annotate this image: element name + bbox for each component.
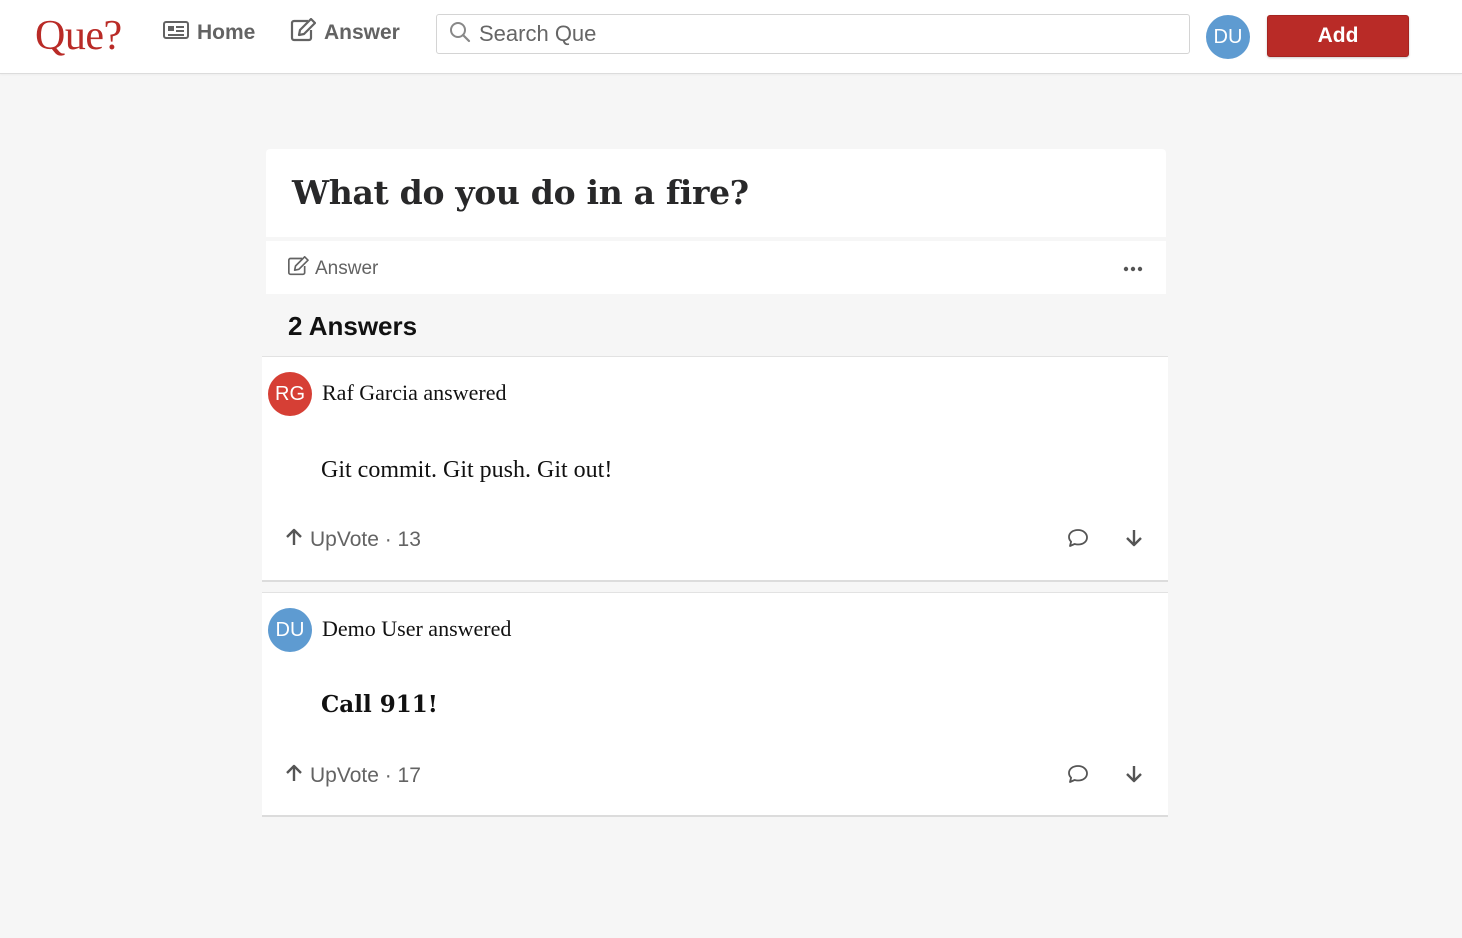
upvote-label: UpVote · 13 — [310, 528, 421, 551]
answer-author-avatar[interactable]: RG — [268, 372, 312, 416]
answer-question-button[interactable]: Answer — [287, 255, 379, 282]
nav-home[interactable]: Home — [163, 18, 255, 48]
edit-icon — [290, 17, 324, 48]
upvote-button[interactable]: UpVote · 13 — [284, 527, 421, 553]
edit-icon — [287, 255, 315, 282]
search-input[interactable] — [477, 20, 1141, 48]
answer-card: DU Demo User answered Call 911! UpVote ·… — [262, 592, 1168, 817]
answer-card: RG Raf Garcia answered Git commit. Git p… — [262, 356, 1168, 582]
answers-count-heading: 2 Answers — [288, 311, 418, 341]
nav-home-label: Home — [197, 21, 256, 44]
question-card: What do you do in a fire? — [266, 149, 1166, 237]
answer-author[interactable]: Demo User answered — [322, 616, 511, 642]
nav-answer[interactable]: Answer — [290, 17, 400, 48]
ellipsis-icon[interactable] — [1123, 259, 1143, 277]
user-avatar[interactable]: DU — [1206, 15, 1250, 59]
answer-author-avatar[interactable]: DU — [268, 608, 312, 652]
upvote-button[interactable]: UpVote · 17 — [284, 763, 421, 789]
question-title: What do you do in a fire? — [292, 173, 749, 212]
answer-body: Git commit. Git push. Git out! — [321, 457, 613, 483]
answer-question-label: Answer — [315, 258, 379, 279]
nav-answer-label: Answer — [324, 21, 400, 44]
upvote-label: UpVote · 17 — [310, 764, 421, 787]
arrow-up-icon — [284, 527, 310, 553]
question-actions: Answer — [266, 241, 1166, 294]
add-question-button[interactable]: Add — [1267, 15, 1409, 57]
answer-body: Call 911! — [321, 691, 438, 718]
answer-author[interactable]: Raf Garcia answered — [322, 380, 506, 406]
arrow-up-icon — [284, 763, 310, 789]
comment-icon[interactable] — [1067, 528, 1089, 553]
top-nav-bar: Que? Home Answer Search Que DU Add — [0, 0, 1462, 74]
arrow-down-icon[interactable] — [1124, 764, 1144, 789]
newspaper-icon — [163, 20, 197, 46]
arrow-down-icon[interactable] — [1124, 528, 1144, 553]
comment-icon[interactable] — [1067, 764, 1089, 789]
search-bar[interactable] — [436, 14, 1190, 54]
que-logo[interactable]: Que? — [35, 12, 122, 60]
search-icon — [437, 21, 477, 48]
